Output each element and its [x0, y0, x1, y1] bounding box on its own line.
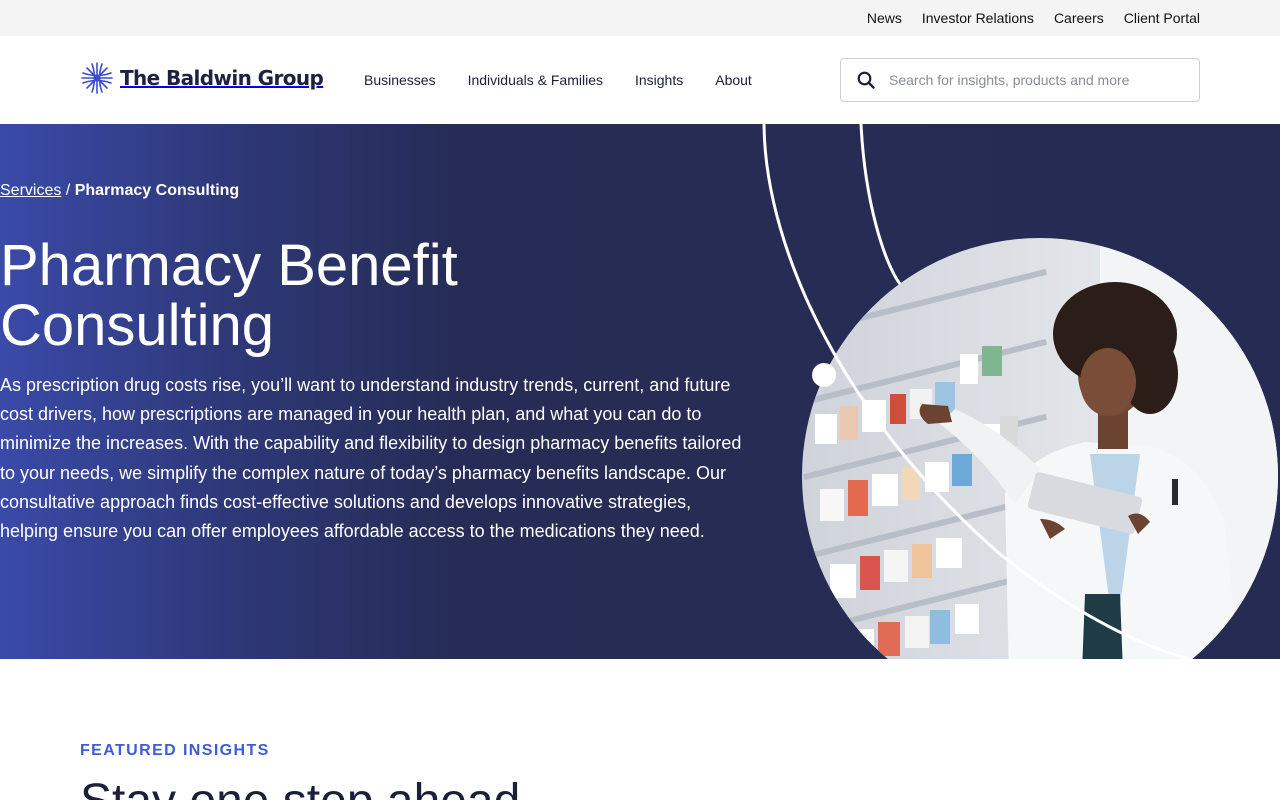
utility-link-careers[interactable]: Careers — [1054, 10, 1104, 26]
utility-link-investor-relations[interactable]: Investor Relations — [922, 10, 1034, 26]
logo-text: The Baldwin Group — [120, 66, 324, 90]
nav-item-insights[interactable]: Insights — [635, 72, 683, 88]
utility-bar: News Investor Relations Careers Client P… — [0, 0, 1280, 36]
nav-item-individuals-families[interactable]: Individuals & Families — [468, 72, 603, 88]
breadcrumb-separator: / — [61, 182, 75, 199]
search-icon[interactable] — [857, 71, 875, 89]
utility-link-news[interactable]: News — [867, 10, 902, 26]
breadcrumb-current: Pharmacy Consulting — [74, 182, 240, 199]
search-box[interactable] — [840, 58, 1200, 102]
logo-link[interactable]: The Baldwin Group — [80, 60, 324, 96]
featured-insights-eyebrow: FEATURED INSIGHTS — [80, 742, 270, 759]
featured-insights-heading: Stay one step ahead — [80, 774, 520, 800]
utility-nav: News Investor Relations Careers Client P… — [867, 0, 1200, 36]
breadcrumb-link-services[interactable]: Services — [0, 182, 61, 199]
utility-link-client-portal[interactable]: Client Portal — [1124, 10, 1200, 26]
decorative-dot — [812, 363, 836, 387]
main-nav: Businesses Individuals & Families Insigh… — [364, 36, 752, 124]
hero-description: As prescription drug costs rise, you’ll … — [0, 375, 742, 542]
hero-banner: Services / Pharmacy Consulting Pharmacy … — [0, 124, 1280, 659]
nav-item-about[interactable]: About — [715, 72, 752, 88]
site-header: The Baldwin Group Businesses Individuals… — [0, 36, 1280, 124]
page-title: Pharmacy Benefit Consulting — [0, 233, 458, 358]
pharmacist-photo — [802, 238, 1278, 659]
breadcrumb: Services / Pharmacy Consulting — [0, 182, 239, 200]
decorative-arc-inner — [859, 124, 902, 285]
baldwin-logo-icon — [81, 62, 113, 94]
nav-item-businesses[interactable]: Businesses — [364, 72, 436, 88]
search-input[interactable] — [889, 72, 1179, 88]
